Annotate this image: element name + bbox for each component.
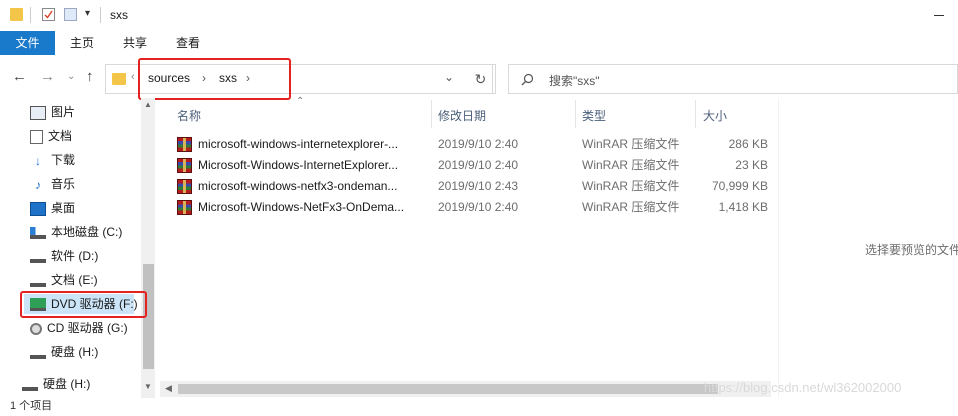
winrar-archive-icon bbox=[177, 158, 192, 173]
file-list-scrollbar[interactable]: ◀ bbox=[160, 381, 771, 397]
new-folder-icon[interactable] bbox=[64, 8, 77, 21]
overflow-chevron-icon[interactable]: ‹ bbox=[131, 71, 135, 83]
file-size: 286 KB bbox=[728, 137, 768, 151]
up-icon[interactable]: ↑ bbox=[86, 68, 94, 85]
file-size: 1,418 KB bbox=[718, 200, 768, 214]
scroll-down-icon[interactable]: ▼ bbox=[144, 382, 152, 391]
winrar-archive-icon bbox=[177, 200, 192, 215]
folder-icon bbox=[112, 73, 126, 85]
address-dropdown-icon[interactable]: ⌄ bbox=[444, 70, 454, 84]
preview-pane-divider[interactable] bbox=[778, 98, 779, 398]
documents-icon bbox=[30, 129, 43, 144]
sidebar-item-documents[interactable]: 文档 bbox=[30, 126, 72, 146]
drive-icon bbox=[22, 379, 38, 391]
scroll-up-icon[interactable]: ▲ bbox=[144, 100, 152, 109]
title-bar: ▾ sxs bbox=[0, 0, 958, 31]
ribbon-tabs: 文件 主页 共享 查看 bbox=[0, 31, 958, 55]
window-title: sxs bbox=[110, 8, 128, 22]
winrar-archive-icon bbox=[177, 137, 192, 152]
cd-drive-icon bbox=[30, 322, 42, 335]
column-header-size[interactable]: 大小 bbox=[703, 106, 727, 126]
file-name: microsoft-windows-internetexplorer-... bbox=[198, 137, 399, 151]
drive-icon bbox=[30, 347, 46, 359]
column-divider[interactable] bbox=[695, 100, 696, 128]
file-type: WinRAR 压缩文件 bbox=[582, 137, 680, 151]
file-type: WinRAR 压缩文件 bbox=[582, 179, 680, 193]
drive-c-icon bbox=[30, 226, 46, 239]
tab-share[interactable]: 共享 bbox=[115, 31, 155, 55]
drive-icon bbox=[30, 251, 46, 263]
customize-quick-access-icon[interactable]: ▾ bbox=[85, 8, 90, 19]
search-icon bbox=[521, 73, 534, 86]
file-date: 2019/9/10 2:40 bbox=[438, 200, 519, 214]
file-name: Microsoft-Windows-InternetExplorer... bbox=[198, 158, 399, 172]
sidebar-item-desktop[interactable]: 桌面 bbox=[30, 198, 75, 218]
winrar-archive-icon bbox=[177, 179, 192, 194]
column-header-type[interactable]: 类型 bbox=[582, 106, 606, 126]
search-placeholder: 搜索"sxs" bbox=[549, 74, 600, 88]
properties-icon[interactable] bbox=[42, 8, 55, 21]
file-date: 2019/9/10 2:43 bbox=[438, 179, 519, 193]
sort-ascending-icon: ⌃ bbox=[296, 96, 305, 107]
sidebar-item-drive-d[interactable]: 软件 (D:) bbox=[30, 246, 98, 266]
file-list-scrollbar-thumb[interactable] bbox=[178, 384, 718, 394]
tab-view[interactable]: 查看 bbox=[168, 31, 208, 55]
sidebar-scrollbar[interactable]: ▲ ▼ bbox=[141, 98, 155, 398]
file-row[interactable]: Microsoft-Windows-NetFx3-OnDema... 2019/… bbox=[175, 197, 775, 218]
preview-pane-message: 选择要预览的文件 bbox=[865, 243, 958, 257]
drive-icon bbox=[30, 275, 46, 287]
file-date: 2019/9/10 2:40 bbox=[438, 137, 519, 151]
navigation-pane: 图片 文档 ↓ 下载 ♪ 音乐 桌面 本地磁盘 (C:) 软件 (D:) 文档 (E… bbox=[0, 98, 155, 412]
scroll-left-icon[interactable]: ◀ bbox=[165, 383, 172, 394]
column-divider[interactable] bbox=[575, 100, 576, 128]
tab-home[interactable]: 主页 bbox=[62, 31, 102, 55]
divider bbox=[30, 7, 31, 23]
desktop-icon bbox=[30, 201, 46, 216]
refresh-button[interactable]: ↻ bbox=[466, 64, 496, 94]
file-size: 70,999 KB bbox=[711, 179, 768, 193]
sidebar-item-drive-e[interactable]: 文档 (E:) bbox=[30, 270, 98, 290]
file-row[interactable]: microsoft-windows-netfx3-ondeman... 2019… bbox=[175, 176, 775, 197]
refresh-icon: ↻ bbox=[474, 71, 487, 87]
downloads-icon: ↓ bbox=[35, 153, 41, 168]
recent-locations-icon[interactable]: ⌄ bbox=[67, 71, 75, 82]
file-type: WinRAR 压缩文件 bbox=[582, 158, 680, 172]
file-name: Microsoft-Windows-NetFx3-OnDema... bbox=[198, 200, 405, 214]
dvd-highlight-box bbox=[20, 291, 147, 318]
sidebar-item-cd-drive[interactable]: CD 驱动器 (G:) bbox=[30, 318, 128, 338]
music-icon: ♪ bbox=[35, 177, 41, 192]
file-name: microsoft-windows-netfx3-ondeman... bbox=[198, 179, 398, 193]
folder-icon bbox=[10, 8, 23, 21]
status-item-count: 1 个项目 bbox=[10, 400, 53, 412]
file-date: 2019/9/10 2:40 bbox=[438, 158, 519, 172]
sidebar-item-drive-h[interactable]: 硬盘 (H:) bbox=[30, 342, 98, 362]
file-row[interactable]: Microsoft-Windows-InternetExplorer... 20… bbox=[175, 155, 775, 176]
sidebar-item-drive-h-root[interactable]: 硬盘 (H:) bbox=[22, 374, 90, 394]
file-type: WinRAR 压缩文件 bbox=[582, 200, 680, 214]
tab-file[interactable]: 文件 bbox=[0, 31, 55, 55]
column-header-date[interactable]: 修改日期 bbox=[438, 106, 486, 126]
pictures-icon bbox=[30, 105, 46, 120]
divider bbox=[100, 7, 101, 23]
sidebar-item-pictures[interactable]: 图片 bbox=[30, 102, 75, 122]
file-size: 23 KB bbox=[735, 158, 768, 172]
column-divider[interactable] bbox=[431, 100, 432, 128]
watermark: https://blog.csdn.net/wl362002000 bbox=[704, 380, 902, 395]
column-header-name[interactable]: 名称 bbox=[177, 106, 201, 126]
sidebar-item-music[interactable]: ♪ 音乐 bbox=[30, 174, 75, 194]
sidebar-item-downloads[interactable]: ↓ 下载 bbox=[30, 150, 75, 170]
file-row[interactable]: microsoft-windows-internetexplorer-... 2… bbox=[175, 134, 775, 155]
search-box[interactable]: 搜索"sxs" bbox=[508, 64, 958, 94]
forward-icon[interactable]: → bbox=[40, 68, 55, 85]
minimize-icon[interactable] bbox=[934, 15, 944, 16]
address-highlight-box bbox=[138, 58, 291, 100]
back-icon[interactable]: ← bbox=[12, 68, 27, 85]
sidebar-item-drive-c[interactable]: 本地磁盘 (C:) bbox=[30, 222, 122, 242]
